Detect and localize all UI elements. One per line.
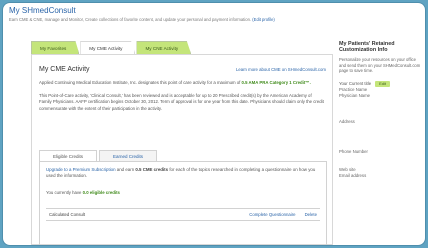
credit-box: Upgrade to a Premium Subscription and ea… xyxy=(39,161,327,245)
accreditation-text: Applied Continuing Medical Education Ins… xyxy=(39,80,241,85)
sidebar-title: My Patients' Retained Customization Info xyxy=(339,41,395,54)
physician-name-label: Physician Name xyxy=(339,93,371,99)
credit-tabs: Eligible Credits Earned Credits xyxy=(39,150,158,161)
section-title: My CME Activity xyxy=(39,66,90,73)
tab-earned-credits[interactable]: Earned Credits xyxy=(99,150,158,161)
current-title-edit-button[interactable]: Edit xyxy=(375,80,390,87)
complete-questionnaire-link[interactable]: Complete Questionnaire xyxy=(249,212,298,217)
subtitle-text: Earn CME & CNE, manage and Monitor, Crea… xyxy=(9,17,252,22)
tab-my-favorites[interactable]: My Favorites xyxy=(31,41,80,54)
cme-activity-panel: My CME Activity Learn more about CME on … xyxy=(31,54,333,245)
address-label: Address xyxy=(339,119,355,125)
upgrade-credit-text: 0.5 CME credits xyxy=(135,167,169,172)
customization-sidebar: My Patients' Retained Customization Info… xyxy=(339,41,421,245)
delete-link[interactable]: Delete xyxy=(305,212,320,217)
tab-eligible-credits[interactable]: Eligible Credits xyxy=(39,150,98,161)
page-header: My SHmedConsult Earn CME & CNE, manage a… xyxy=(3,3,425,27)
sidebar-description: Personalize your resources on your offic… xyxy=(339,56,421,74)
section-header: My CME Activity Learn more about CME on … xyxy=(32,55,332,73)
tab-my-cne-activity[interactable]: My CNE Activity xyxy=(136,41,192,54)
tab-my-cme-activity[interactable]: My CME Activity xyxy=(80,41,136,54)
upgrade-mid-text: and earn xyxy=(116,167,135,172)
upgrade-message: Upgrade to a Premium Subscription and ea… xyxy=(40,162,326,179)
phone-label: Phone Number xyxy=(339,149,368,155)
eligible-credits-summary: You currently have 0.0 eligible credits xyxy=(40,190,326,195)
email-label: Email address xyxy=(339,173,367,179)
main-tabs: My Favorites My CME Activity My CNE Acti… xyxy=(31,41,192,54)
accreditation-statement: Applied Continuing Medical Education Ins… xyxy=(32,80,332,86)
page-subtitle: Earn CME & CNE, manage and Monitor, Crea… xyxy=(9,17,421,23)
upgrade-link[interactable]: Upgrade to a Premium Subscription xyxy=(46,167,116,172)
learn-more-link[interactable]: Learn more about CME on SHmedConsult.com xyxy=(236,67,326,72)
row-topic-name: Calculated Consult xyxy=(49,212,86,217)
you-have-prefix: You currently have xyxy=(46,190,82,196)
edit-profile-link[interactable]: (Edit profile) xyxy=(252,17,275,22)
current-title-label: Your Current title xyxy=(339,81,372,87)
table-row: Calculated Consult Complete Questionnair… xyxy=(46,208,320,221)
eligible-credits-count: 0.0 eligible credits xyxy=(82,190,120,196)
accreditation-credit: 0.5 AMA PRA Category 1 Credit™. xyxy=(241,80,311,85)
page-frame: My SHmedConsult Earn CME & CNE, manage a… xyxy=(3,3,425,245)
current-title-field: Your Current title Edit xyxy=(339,80,421,87)
aafp-statement: This Point-of-Care activity, 'Clinical C… xyxy=(39,93,324,111)
page-title: My SHmedConsult xyxy=(9,6,76,15)
